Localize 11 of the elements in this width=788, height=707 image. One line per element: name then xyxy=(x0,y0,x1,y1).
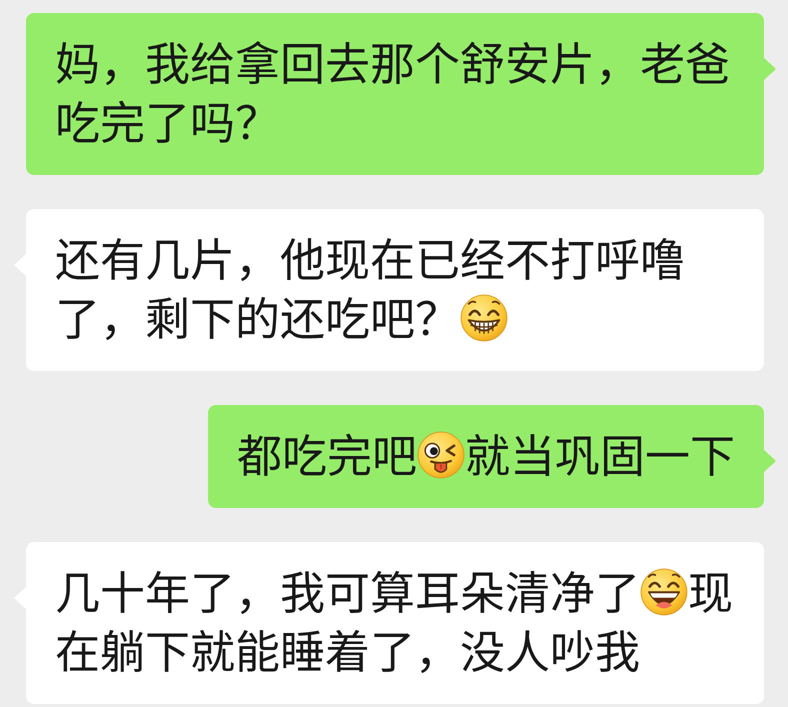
grinning-face-icon xyxy=(460,294,508,342)
message-text: 几十年了，我可算耳朵清净了 xyxy=(55,568,640,619)
message-text: 都吃完吧 xyxy=(237,431,417,482)
message-text: 了，剩下的还吃吧？ xyxy=(55,294,460,345)
message-text: 还有几片，他现在已经不打呼噜 xyxy=(55,235,685,286)
winking-tongue-face-icon xyxy=(417,431,465,479)
message-text: 妈，我给拿回去那个舒安片，老爸吃完了吗？ xyxy=(55,39,730,149)
message-text: 现 xyxy=(688,568,733,619)
message-text: 就当巩固一下 xyxy=(465,431,735,482)
message-text: 在躺下就能睡着了，没人吵我 xyxy=(55,627,640,678)
laughing-face-icon xyxy=(640,568,688,616)
